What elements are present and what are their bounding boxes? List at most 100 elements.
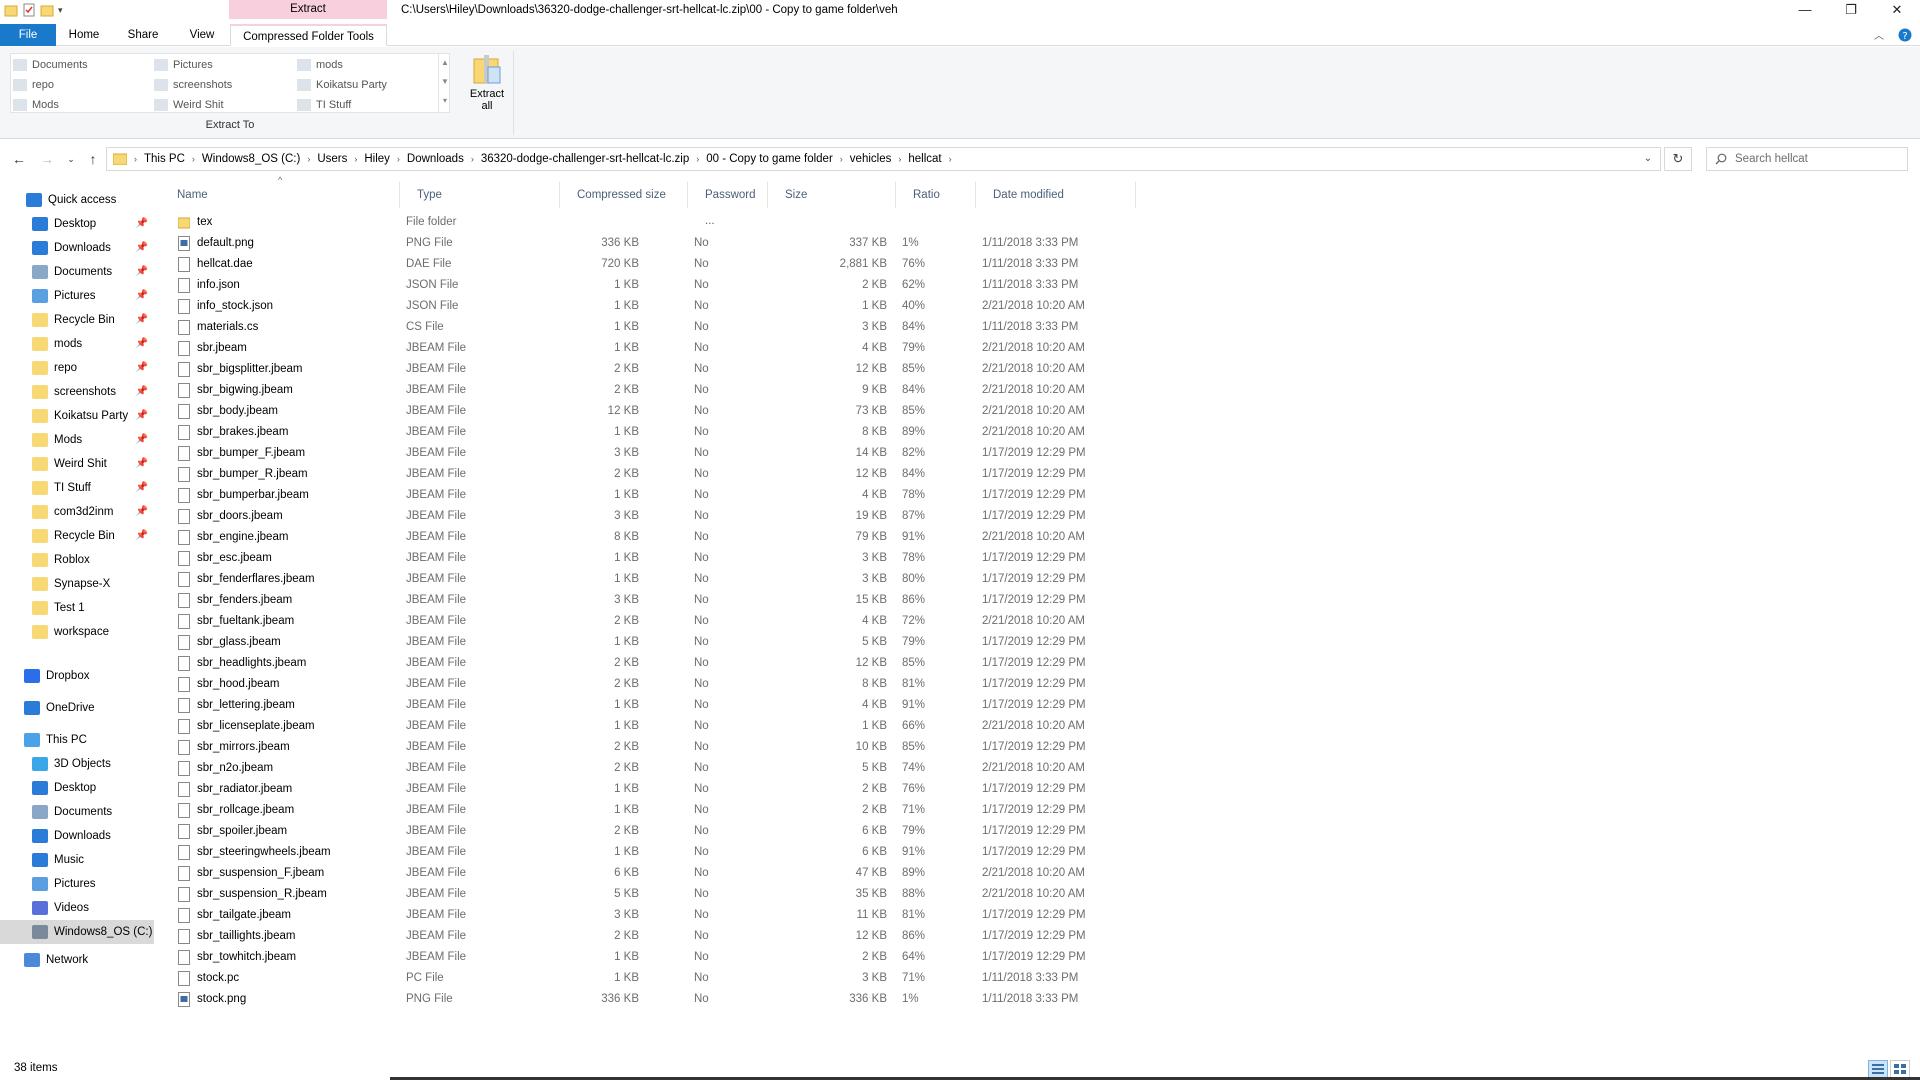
breadcrumb-separator-icon[interactable]: › [131,154,140,164]
breadcrumb-item[interactable]: Hiley [360,153,394,165]
table-row[interactable]: sbr_steeringwheels.jbeam JBEAM File 1 KB No… [160,842,1160,863]
pin-icon[interactable]: 📌 [136,356,148,380]
table-row[interactable]: sbr_bumper_F.jbeam JBEAM File 3 KB No 14 KB 8… [160,443,1160,464]
sidebar-quick-access[interactable]: Quick access [0,188,154,212]
gallery-item[interactable]: TI Stuff [297,96,351,114]
pin-icon[interactable]: 📌 [136,428,148,452]
sidebar-item[interactable]: Documents 📌 [0,260,154,284]
table-row[interactable]: sbr_glass.jbeam JBEAM File 1 KB No 5 KB 79% 1/… [160,632,1160,653]
sidebar-item[interactable]: Music [0,848,154,872]
sidebar-item[interactable]: workspace [0,620,154,644]
pin-icon[interactable]: 📌 [136,284,148,308]
sidebar-item[interactable]: TI Stuff 📌 [0,476,154,500]
new-folder-icon[interactable] [40,3,54,17]
refresh-button[interactable]: ↻ [1664,147,1692,171]
details-view-button[interactable] [1868,1060,1888,1078]
table-row[interactable]: sbr_bigwing.jbeam JBEAM File 2 KB No 9 KB 84%… [160,380,1160,401]
sidebar-network[interactable]: Network [0,948,154,972]
tab-home[interactable]: Home [56,24,112,46]
sidebar-item[interactable]: com3d2inm 📌 [0,500,154,524]
sidebar-dropbox[interactable]: Dropbox [0,664,154,688]
search-box[interactable]: Search hellcat [1706,147,1908,171]
column-header-type[interactable]: Type [400,182,560,208]
address-dropdown-button[interactable]: ⌄ [1636,147,1660,171]
breadcrumb-separator-icon[interactable]: › [468,154,477,164]
maximize-button[interactable]: ❐ [1828,0,1874,22]
sidebar-item[interactable]: Pictures 📌 [0,284,154,308]
table-row[interactable]: materials.cs CS File 1 KB No 3 KB 84% 1/11/201… [160,317,1160,338]
sidebar-item[interactable]: screenshots 📌 [0,380,154,404]
tab-compressed-folder-tools[interactable]: Compressed Folder Tools [230,24,387,46]
sidebar-item[interactable]: Desktop [0,776,154,800]
gallery-item[interactable]: mods [297,56,343,74]
tab-file[interactable]: File [0,24,56,46]
gallery-item[interactable]: Pictures [154,56,213,74]
pin-icon[interactable]: 📌 [136,236,148,260]
breadcrumb-item[interactable]: Downloads [403,153,468,165]
collapse-ribbon-icon[interactable]: ︿ [1874,27,1884,42]
forward-button[interactable]: → [36,149,58,169]
table-row[interactable]: stock.pc PC File 1 KB No 3 KB 71% 1/11/2018 3:… [160,968,1160,989]
table-row[interactable]: sbr_bumperbar.jbeam JBEAM File 1 KB No 4 KB 7… [160,485,1160,506]
gallery-item[interactable]: screenshots [154,76,232,94]
table-row[interactable]: sbr_esc.jbeam JBEAM File 1 KB No 3 KB 78% 1/17… [160,548,1160,569]
properties-icon[interactable] [22,3,36,17]
gallery-item[interactable]: Mods [13,96,59,114]
breadcrumb-item[interactable]: hellcat [904,153,945,165]
pin-icon[interactable]: 📌 [136,308,148,332]
scroll-down-icon[interactable]: ▼ [439,72,451,91]
sidebar-this-pc[interactable]: This PC [0,728,154,752]
sidebar-item[interactable]: Synapse-X [0,572,154,596]
breadcrumb-separator-icon[interactable]: › [304,154,313,164]
sidebar-item[interactable]: Documents [0,800,154,824]
table-row[interactable]: sbr_towhitch.jbeam JBEAM File 1 KB No 2 KB 64… [160,947,1160,968]
table-row[interactable]: sbr_body.jbeam JBEAM File 12 KB No 73 KB 85% 2… [160,401,1160,422]
table-row[interactable]: sbr_fenders.jbeam JBEAM File 3 KB No 15 KB 86… [160,590,1160,611]
scroll-up-icon[interactable]: ▲ [439,53,451,72]
table-row[interactable]: sbr_radiator.jbeam JBEAM File 1 KB No 2 KB 76… [160,779,1160,800]
sidebar-item[interactable]: repo 📌 [0,356,154,380]
sidebar-item[interactable]: Recycle Bin 📌 [0,524,154,548]
gallery-item[interactable]: Koikatsu Party [297,76,387,94]
table-row[interactable]: sbr_hood.jbeam JBEAM File 2 KB No 8 KB 81% 1/1… [160,674,1160,695]
gallery-item[interactable]: Documents [13,56,88,74]
sidebar-item[interactable]: Roblox [0,548,154,572]
pin-icon[interactable]: 📌 [136,260,148,284]
table-row[interactable]: info.json JSON File 1 KB No 2 KB 62% 1/11/2018… [160,275,1160,296]
sidebar-item[interactable]: Downloads [0,824,154,848]
pin-icon[interactable]: 📌 [136,332,148,356]
pin-icon[interactable]: 📌 [136,380,148,404]
sidebar-item[interactable]: Koikatsu Party 📌 [0,404,154,428]
sidebar-item[interactable]: Windows8_OS (C:) [0,920,154,944]
table-row[interactable]: tex File folder [160,212,1160,233]
breadcrumb-item[interactable]: 36320-dodge-challenger-srt-hellcat-lc.zi… [477,153,693,165]
table-row[interactable]: sbr_suspension_R.jbeam JBEAM File 5 KB No 35… [160,884,1160,905]
table-row[interactable]: sbr_mirrors.jbeam JBEAM File 2 KB No 10 KB 85… [160,737,1160,758]
gallery-expand-icon[interactable]: ▾ [439,91,451,110]
breadcrumb-item[interactable]: This PC [140,153,189,165]
table-row[interactable]: sbr_tailgate.jbeam JBEAM File 3 KB No 11 KB 8… [160,905,1160,926]
breadcrumb-separator-icon[interactable]: › [394,154,403,164]
table-row[interactable]: sbr_rollcage.jbeam JBEAM File 1 KB No 2 KB 71… [160,800,1160,821]
column-header-password[interactable]: Password ... [688,182,768,227]
sidebar-item[interactable]: Weird Shit 📌 [0,452,154,476]
table-row[interactable]: sbr_n2o.jbeam JBEAM File 2 KB No 5 KB 74% 2/21… [160,758,1160,779]
table-row[interactable]: sbr.jbeam JBEAM File 1 KB No 4 KB 79% 2/21/201… [160,338,1160,359]
table-row[interactable]: sbr_taillights.jbeam JBEAM File 2 KB No 12 K… [160,926,1160,947]
breadcrumb-item[interactable]: Windows8_OS (C:) [198,153,304,165]
folder-icon[interactable] [4,3,18,17]
sidebar-item[interactable]: Downloads 📌 [0,236,154,260]
sidebar-item[interactable]: Recycle Bin 📌 [0,308,154,332]
sidebar-item[interactable]: Videos [0,896,154,920]
pin-icon[interactable]: 📌 [136,212,148,236]
table-row[interactable]: sbr_fueltank.jbeam JBEAM File 2 KB No 4 KB 72… [160,611,1160,632]
breadcrumb-item[interactable]: Users [313,153,351,165]
table-row[interactable]: sbr_spoiler.jbeam JBEAM File 2 KB No 6 KB 79%… [160,821,1160,842]
up-button[interactable]: ↑ [82,149,104,169]
breadcrumb-separator-icon[interactable]: › [895,154,904,164]
qat-dropdown-icon[interactable]: ▾ [58,5,63,16]
sidebar-item[interactable]: Mods 📌 [0,428,154,452]
recent-locations-button[interactable]: ⌄ [60,149,82,169]
breadcrumb-separator-icon[interactable]: › [351,154,360,164]
sidebar-item[interactable]: Desktop 📌 [0,212,154,236]
